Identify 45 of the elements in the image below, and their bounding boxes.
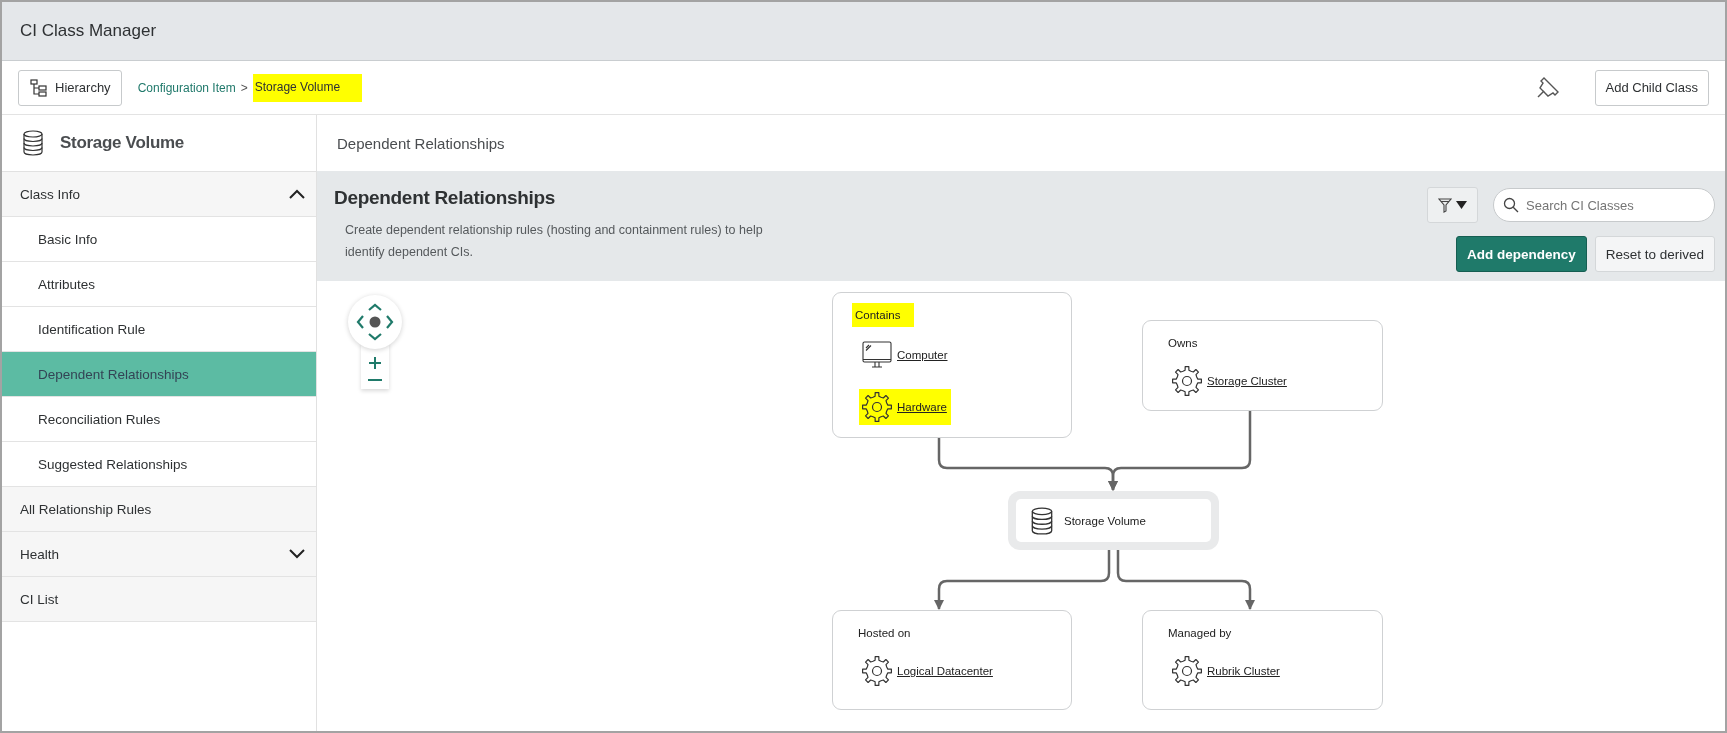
relation-label: Managed by — [1167, 626, 1233, 641]
add-child-class-button[interactable]: Add Child Class — [1594, 69, 1709, 106]
relation-label: Hosted on — [857, 626, 912, 641]
relation-label: Owns — [1167, 336, 1199, 351]
filter-button[interactable] — [1427, 187, 1478, 223]
search-field[interactable]: Search CI Classes — [1493, 188, 1715, 222]
window-title: CI Class Manager — [20, 21, 157, 41]
ci-class-link[interactable]: Computer — [897, 349, 948, 361]
hierarchy-button[interactable]: Hierarchy — [18, 69, 122, 106]
database-icon — [20, 130, 46, 156]
class-title: Storage Volume — [60, 133, 184, 153]
gear-icon — [1171, 365, 1203, 397]
breadcrumb-current[interactable]: Storage Volume — [252, 73, 363, 102]
breadcrumb-link[interactable]: Configuration Item — [137, 80, 236, 95]
node-label: Storage Volume — [1064, 514, 1146, 527]
filter-icon — [1438, 197, 1452, 213]
panel-description: Create dependent relationship rules (hosting and containment rules) to help identify dependent CIs. — [345, 222, 764, 261]
sidebar-section-label: Health — [20, 546, 60, 562]
sidebar-item[interactable]: All Relationship Rules — [2, 487, 316, 532]
sidebar-item[interactable]: Dependent Relationships — [2, 352, 316, 397]
hierarchy-icon — [29, 77, 49, 98]
add-dependency-button[interactable]: Add dependency — [1455, 236, 1587, 272]
relation-label: Contains — [852, 303, 915, 327]
pan-icon — [356, 303, 394, 341]
ci-class-link[interactable]: Storage Cluster — [1207, 375, 1287, 387]
pan-control[interactable] — [348, 295, 402, 349]
gear-icon — [861, 655, 893, 687]
gear-icon — [1171, 655, 1203, 687]
breadcrumb-separator: > — [240, 80, 248, 95]
panel-title: Dependent Relationships — [334, 187, 557, 209]
plus-icon — [367, 355, 383, 371]
reset-button[interactable]: Reset to derived — [1594, 236, 1715, 272]
page-heading: Dependent Relationships — [337, 134, 505, 152]
minus-icon — [368, 379, 382, 381]
sidebar-section-label: Class Info — [20, 186, 81, 202]
zoom-in-button[interactable] — [367, 355, 383, 371]
gear-icon — [861, 391, 893, 423]
sidebar-section[interactable]: Health — [2, 532, 316, 577]
caret-icon — [1456, 201, 1467, 209]
ci-class-link[interactable]: Logical Datacenter — [897, 665, 993, 677]
sidebar-section[interactable]: Class Info — [2, 172, 316, 217]
monitor-icon — [861, 339, 893, 371]
ci-class-link[interactable]: Rubrik Cluster — [1207, 665, 1280, 677]
sidebar-item[interactable]: CI List — [2, 577, 316, 622]
ci-class-link[interactable]: Hardware — [897, 401, 947, 413]
